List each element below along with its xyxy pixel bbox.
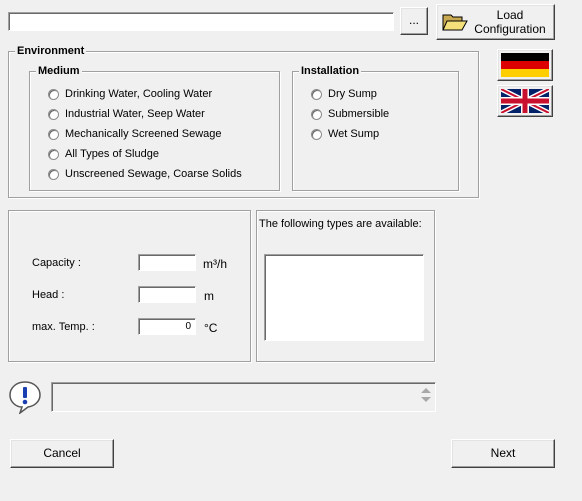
scroll-down-icon[interactable] xyxy=(421,397,431,402)
message-scrollbar[interactable] xyxy=(419,385,433,409)
available-types-list[interactable] xyxy=(264,254,424,341)
radio-button-icon[interactable] xyxy=(48,108,59,120)
max-temp-label: max. Temp. : xyxy=(32,321,95,333)
max-temp-unit: °C xyxy=(204,321,218,335)
installation-title: Installation xyxy=(299,64,362,78)
load-button-label-line2: Configuration xyxy=(474,22,546,36)
message-box[interactable] xyxy=(51,382,436,412)
radio-button-icon[interactable] xyxy=(48,88,59,100)
radio-button-icon[interactable] xyxy=(48,148,59,160)
uk-flag-icon xyxy=(501,89,549,113)
german-language-button[interactable] xyxy=(497,49,553,81)
browse-button-label: ... xyxy=(408,13,419,27)
load-configuration-button[interactable]: Load Configuration xyxy=(436,4,555,40)
available-types-panel: The following types are available: xyxy=(256,210,435,362)
medium-option-drinking-water[interactable]: Drinking Water, Cooling Water xyxy=(48,87,212,101)
german-flag-icon xyxy=(501,53,549,77)
radio-button-icon[interactable] xyxy=(48,128,59,140)
scroll-up-icon[interactable] xyxy=(421,388,431,393)
installation-option-submersible[interactable]: Submersible xyxy=(311,107,389,121)
medium-option-unscreened-sewage[interactable]: Unscreened Sewage, Coarse Solids xyxy=(48,167,242,181)
head-input[interactable] xyxy=(138,286,196,303)
head-unit: m xyxy=(204,289,214,303)
environment-title: Environment xyxy=(15,44,87,58)
medium-group: Medium Drinking Water, Cooling Water Ind… xyxy=(29,64,280,191)
next-button[interactable]: Next xyxy=(451,439,555,468)
load-button-label-line1: Load xyxy=(496,8,524,22)
cancel-button-label: Cancel xyxy=(43,446,81,460)
medium-option-sludge[interactable]: All Types of Sludge xyxy=(48,147,159,161)
medium-option-screened-sewage[interactable]: Mechanically Screened Sewage xyxy=(48,127,222,141)
capacity-label: Capacity : xyxy=(32,257,81,269)
capacity-input[interactable] xyxy=(138,254,196,271)
radio-button-icon[interactable] xyxy=(48,168,59,180)
folder-open-icon xyxy=(442,11,468,33)
installation-group: Installation Dry Sump Submersible Wet Su… xyxy=(292,64,459,191)
radio-button-icon[interactable] xyxy=(311,128,322,140)
english-language-button[interactable] xyxy=(497,85,553,117)
environment-group: Environment Medium Drinking Water, Cooli… xyxy=(8,44,479,198)
radio-button-icon[interactable] xyxy=(311,88,322,100)
installation-option-dry-sump[interactable]: Dry Sump xyxy=(311,87,377,101)
medium-option-industrial-water[interactable]: Industrial Water, Seep Water xyxy=(48,107,205,121)
available-types-title: The following types are available: xyxy=(259,218,422,230)
max-temp-input[interactable]: 0 xyxy=(138,318,196,335)
medium-title: Medium xyxy=(36,64,82,78)
radio-button-icon[interactable] xyxy=(311,108,322,120)
next-button-label: Next xyxy=(490,446,516,460)
info-bubble-icon xyxy=(8,380,42,416)
browse-button[interactable]: ... xyxy=(400,7,428,35)
parameters-panel: Capacity : m³/h Head : m max. Temp. : 0 … xyxy=(8,210,251,362)
cancel-button[interactable]: Cancel xyxy=(10,439,114,468)
config-path-input[interactable] xyxy=(8,12,394,31)
installation-option-wet-sump[interactable]: Wet Sump xyxy=(311,127,379,141)
capacity-unit: m³/h xyxy=(203,257,227,271)
head-label: Head : xyxy=(32,289,65,301)
